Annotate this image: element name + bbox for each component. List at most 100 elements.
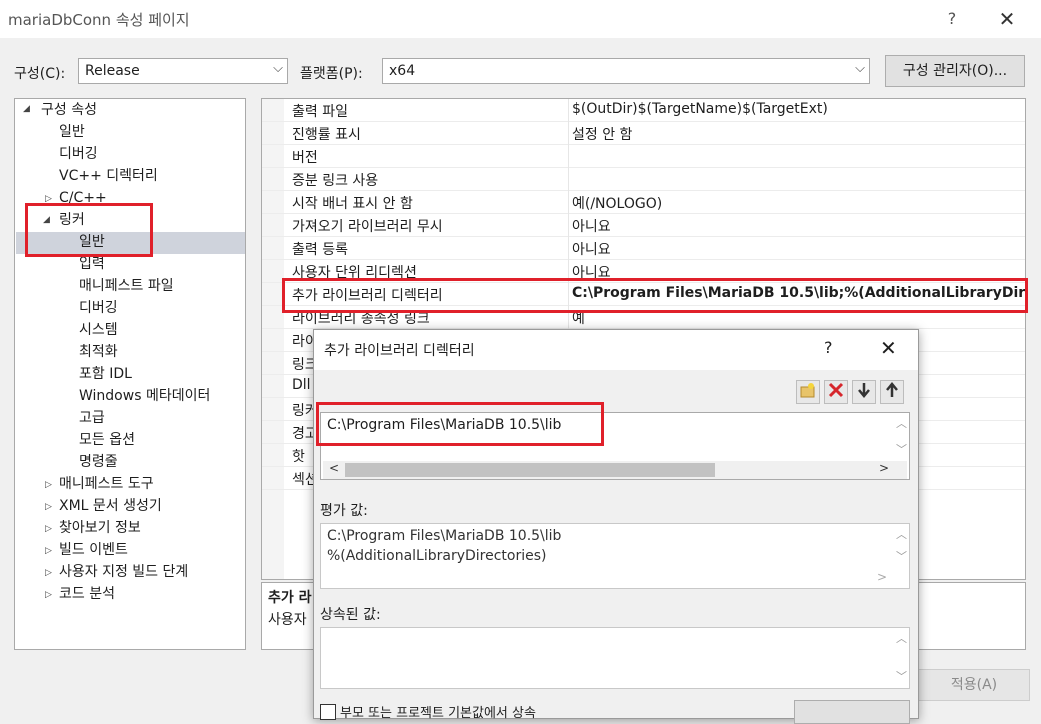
- property-name: 가져오기 라이브러리 무시: [292, 219, 443, 235]
- property-value[interactable]: 설정 안 함: [572, 124, 632, 144]
- property-name: 버전: [292, 150, 318, 166]
- help-button[interactable]: ?: [940, 6, 964, 32]
- platform-value: x64: [389, 63, 416, 79]
- grid-row[interactable]: 버전: [262, 145, 1025, 168]
- property-value[interactable]: 아니요: [572, 216, 611, 236]
- expand-right-icon[interactable]: ▷: [45, 546, 52, 556]
- scroll-down-icon[interactable]: ﹀: [896, 441, 907, 457]
- tree-item-linker-winmd[interactable]: Windows 메타데이터: [79, 385, 210, 407]
- scroll-up-icon: ︿: [896, 528, 907, 541]
- platform-label: 플랫폼(P):: [300, 66, 363, 82]
- dialog-close-button[interactable]: ✕: [880, 336, 897, 360]
- eval-label: 평가 값:: [320, 503, 368, 519]
- config-label: 구성(C):: [14, 66, 66, 82]
- grid-row[interactable]: 라이브러리 종속성 링크 예: [262, 306, 1025, 329]
- property-value[interactable]: 예: [572, 308, 585, 328]
- tree-item-vc-directories[interactable]: VC++ 디렉터리: [59, 165, 158, 187]
- scroll-right-icon[interactable]: >: [879, 461, 889, 475]
- property-value[interactable]: 아니요: [572, 262, 611, 282]
- tree-item-xml-doc[interactable]: XML 문서 생성기: [59, 495, 162, 517]
- property-tree[interactable]: ◢ 구성 속성 일반 디버깅 VC++ 디렉터리 ▷ C/C++ ◢ 링커 일반…: [14, 98, 246, 650]
- scroll-down-icon: ﹀: [896, 550, 907, 563]
- property-value[interactable]: C:\Program Files\MariaDB 10.5\lib;%(Addi…: [572, 285, 1025, 301]
- move-up-icon[interactable]: [880, 380, 904, 404]
- window-title: mariaDbConn 속성 페이지: [8, 11, 190, 29]
- property-name: 라이브러리 종속성 링크: [292, 311, 430, 327]
- move-down-icon[interactable]: [852, 380, 876, 404]
- tree-item-linker-debugging[interactable]: 디버깅: [79, 297, 118, 319]
- tree-item-linker-general[interactable]: 일반: [79, 231, 105, 253]
- expand-right-icon[interactable]: ▷: [45, 502, 52, 512]
- tree-item-linker[interactable]: 링커: [59, 209, 85, 231]
- delete-icon[interactable]: [824, 380, 848, 404]
- property-value[interactable]: 예(/NOLOGO): [572, 193, 662, 213]
- grid-row-additional-lib-dirs[interactable]: 추가 라이브러리 디렉터리 C:\Program Files\MariaDB 10…: [262, 283, 1025, 306]
- expand-right-icon[interactable]: ▷: [45, 568, 52, 578]
- new-line-icon[interactable]: [796, 380, 820, 404]
- expand-right-icon[interactable]: ▷: [45, 590, 52, 600]
- property-name: 출력 파일: [292, 104, 348, 120]
- eval-line: C:\Program Files\MariaDB 10.5\lib: [327, 528, 562, 544]
- tree-item-linker-advanced[interactable]: 고급: [79, 407, 105, 429]
- tree-item-linker-manifest[interactable]: 매니페스트 파일: [79, 275, 174, 297]
- scroll-down-icon: ﹀: [896, 670, 907, 683]
- tree-item-linker-command-line[interactable]: 명령줄: [79, 451, 118, 473]
- tree-item-custom-build[interactable]: 사용자 지정 빌드 단계: [59, 561, 188, 583]
- inherit-checkbox-label[interactable]: 부모 또는 프로젝트 기본값에서 상속: [340, 702, 536, 721]
- list-item[interactable]: C:\Program Files\MariaDB 10.5\lib: [327, 417, 561, 433]
- property-value[interactable]: 아니요: [572, 239, 611, 259]
- grid-row[interactable]: 시작 배너 표시 안 함 예(/NOLOGO): [262, 191, 1025, 214]
- expand-right-icon[interactable]: ▷: [45, 194, 52, 204]
- dialog-help-button[interactable]: ?: [824, 338, 833, 357]
- property-name: 핫: [292, 449, 305, 465]
- property-name: Dll: [292, 377, 311, 393]
- config-dropdown[interactable]: Release ⌵: [78, 58, 288, 84]
- apply-button[interactable]: 적용(A): [918, 669, 1030, 701]
- tree-item-linker-idl[interactable]: 포함 IDL: [79, 363, 132, 385]
- scroll-left-icon[interactable]: <: [329, 461, 339, 475]
- scroll-right-icon: >: [877, 570, 888, 584]
- grid-row[interactable]: 사용자 단위 리디렉션 아니요: [262, 260, 1025, 283]
- additional-lib-dirs-dialog: 추가 라이브러리 디렉터리 ? ✕ C:\Program Files\Maria…: [313, 329, 919, 724]
- tree-item-browse-info[interactable]: 찾아보기 정보: [59, 517, 141, 539]
- property-value[interactable]: $(OutDir)$(TargetName)$(TargetExt): [572, 101, 828, 117]
- scroll-up-icon[interactable]: ︿: [896, 415, 907, 431]
- grid-row[interactable]: 진행률 표시 설정 안 함: [262, 122, 1025, 145]
- inherited-label: 상속된 값:: [320, 607, 381, 623]
- tree-item-linker-system[interactable]: 시스템: [79, 319, 118, 341]
- grid-row[interactable]: 출력 파일 $(OutDir)$(TargetName)$(TargetExt): [262, 99, 1025, 122]
- grid-row[interactable]: 출력 등록 아니요: [262, 237, 1025, 260]
- tree-item-cpp[interactable]: C/C++: [59, 187, 107, 209]
- property-name: 시작 배너 표시 안 함: [292, 196, 413, 212]
- platform-dropdown[interactable]: x64 ⌵: [382, 58, 870, 84]
- description-text: 사용자: [268, 612, 307, 628]
- scroll-up-icon: ︿: [896, 632, 907, 645]
- directory-list[interactable]: C:\Program Files\MariaDB 10.5\lib ︿ ﹀ < …: [320, 412, 910, 480]
- tree-item-general[interactable]: 일반: [59, 121, 85, 143]
- expand-right-icon[interactable]: ▷: [45, 524, 52, 534]
- scrollbar-thumb[interactable]: [345, 463, 715, 477]
- tree-item-debugging[interactable]: 디버깅: [59, 143, 98, 165]
- grid-row[interactable]: 가져오기 라이브러리 무시 아니요: [262, 214, 1025, 237]
- tree-item-build-events[interactable]: 빌드 이벤트: [59, 539, 128, 561]
- tree-item-linker-optimization[interactable]: 최적화: [79, 341, 118, 363]
- expand-down-icon[interactable]: ◢: [23, 104, 30, 114]
- window-title-bar: mariaDbConn 속성 페이지 ? ✕: [0, 0, 1041, 38]
- tree-item-code-analysis[interactable]: 코드 분석: [59, 583, 115, 605]
- tree-item-linker-input[interactable]: 입력: [79, 253, 105, 275]
- close-button[interactable]: ✕: [992, 6, 1022, 32]
- property-name: 출력 등록: [292, 242, 348, 258]
- config-manager-button[interactable]: 구성 관리자(O)...: [885, 55, 1025, 87]
- property-name: 사용자 단위 리디렉션: [292, 265, 417, 281]
- tree-item-linker-all-options[interactable]: 모든 옵션: [79, 429, 135, 451]
- inherit-checkbox[interactable]: [320, 704, 336, 720]
- expand-right-icon[interactable]: ▷: [45, 480, 52, 490]
- eval-line: %(AdditionalLibraryDirectories): [327, 548, 547, 564]
- tree-item-config-properties[interactable]: 구성 속성: [41, 99, 97, 121]
- expand-down-icon[interactable]: ◢: [43, 215, 50, 225]
- horizontal-scrollbar[interactable]: < >: [323, 461, 907, 479]
- property-name: 증분 링크 사용: [292, 173, 379, 189]
- tree-item-manifest-tool[interactable]: 매니페스트 도구: [59, 473, 154, 495]
- dialog-button[interactable]: [794, 700, 910, 724]
- grid-row[interactable]: 증분 링크 사용: [262, 168, 1025, 191]
